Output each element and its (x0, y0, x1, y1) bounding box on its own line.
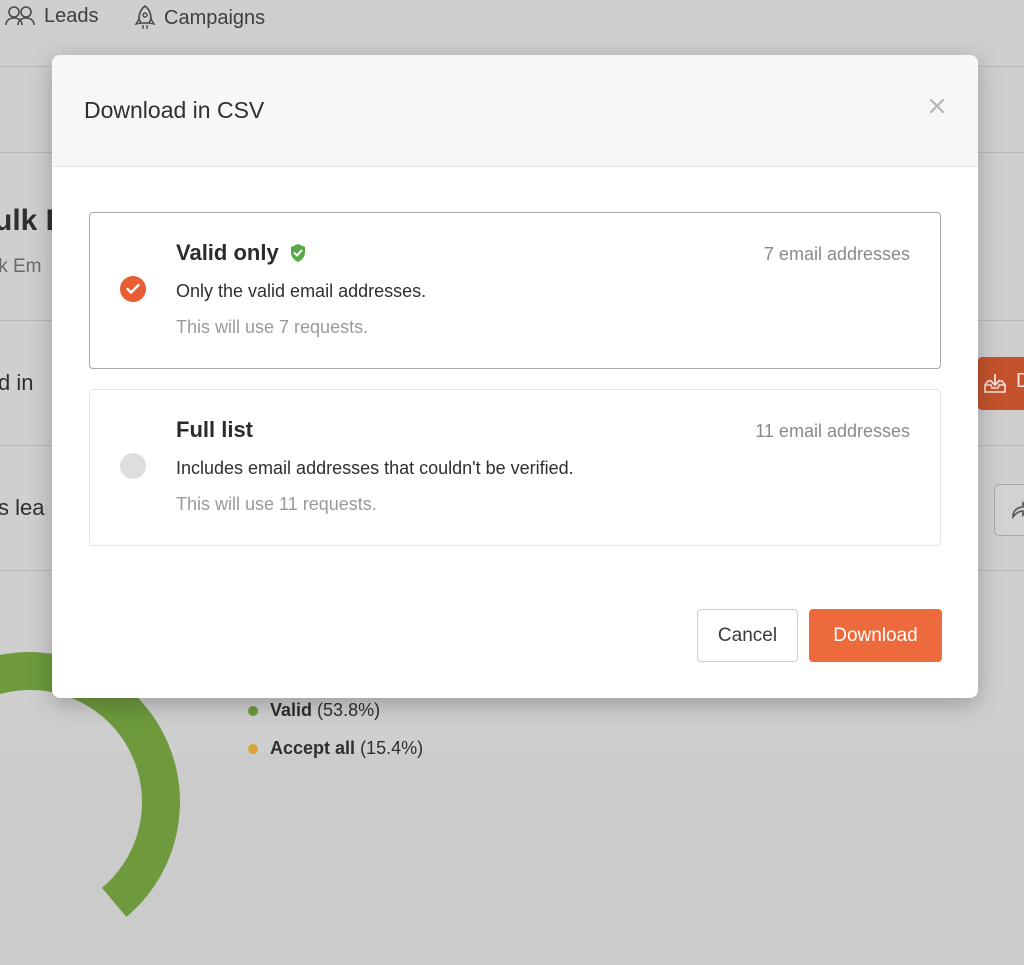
option-valid-only[interactable]: Valid only 7 email addresses Only the va… (89, 212, 941, 369)
close-button[interactable] (926, 95, 948, 117)
rocket-icon (134, 4, 156, 29)
legend-value: (53.8%) (317, 700, 381, 720)
section-heading: s lea (0, 495, 45, 520)
option-description: Includes email addresses that couldn't b… (176, 458, 574, 478)
background-download-button[interactable]: D (978, 357, 1024, 410)
people-icon (5, 6, 35, 26)
modal-header: Download in CSV (52, 55, 978, 167)
close-icon (929, 98, 945, 114)
option-title: Full list (176, 417, 253, 443)
checkmark-icon (126, 283, 140, 294)
page-subtitle: lk Em (0, 256, 42, 277)
option-title: Valid only (176, 240, 307, 266)
nav-campaigns-label: Campaigns (164, 6, 266, 29)
legend-dot (248, 743, 258, 754)
top-navigation: Leads Campaigns (0, 0, 1024, 34)
legend-item-valid: Valid (53.8%) (248, 700, 380, 721)
option-count: 11 email addresses (755, 421, 910, 441)
background-download-label: D (1016, 370, 1024, 392)
nav-item-campaigns[interactable]: Campaigns (134, 4, 265, 32)
download-button[interactable]: Download (809, 609, 942, 662)
option-title-text: Valid only (176, 240, 279, 265)
radio-selected[interactable] (120, 276, 146, 302)
legend-value: (15.4%) (360, 738, 424, 758)
nav-item-leads[interactable]: Leads (4, 4, 99, 28)
section-heading: d in (0, 370, 34, 395)
legend-dot (248, 705, 258, 716)
option-description: Only the valid email addresses. (176, 281, 427, 301)
share-icon (1012, 500, 1024, 519)
modal-title: Download in CSV (84, 97, 265, 123)
option-note: This will use 11 requests. (176, 494, 377, 514)
option-title-text: Full list (176, 417, 253, 442)
download-tray-icon (984, 374, 1006, 393)
legend-label: Accept all (270, 738, 356, 758)
cancel-button[interactable]: Cancel (697, 609, 798, 662)
option-count: 7 email addresses (763, 244, 910, 264)
option-full-list[interactable]: Full list 11 email addresses Includes em… (89, 389, 941, 546)
share-button[interactable] (994, 484, 1024, 536)
legend-item-accept-all: Accept all (15.4%) (248, 738, 423, 759)
verified-shield-icon (290, 244, 305, 262)
option-note: This will use 7 requests. (176, 317, 369, 337)
legend-label: Valid (270, 700, 313, 720)
nav-leads-label: Leads (44, 4, 99, 27)
download-csv-modal: Download in CSV Valid only 7 email addre… (52, 55, 978, 698)
radio-unselected[interactable] (120, 453, 146, 479)
